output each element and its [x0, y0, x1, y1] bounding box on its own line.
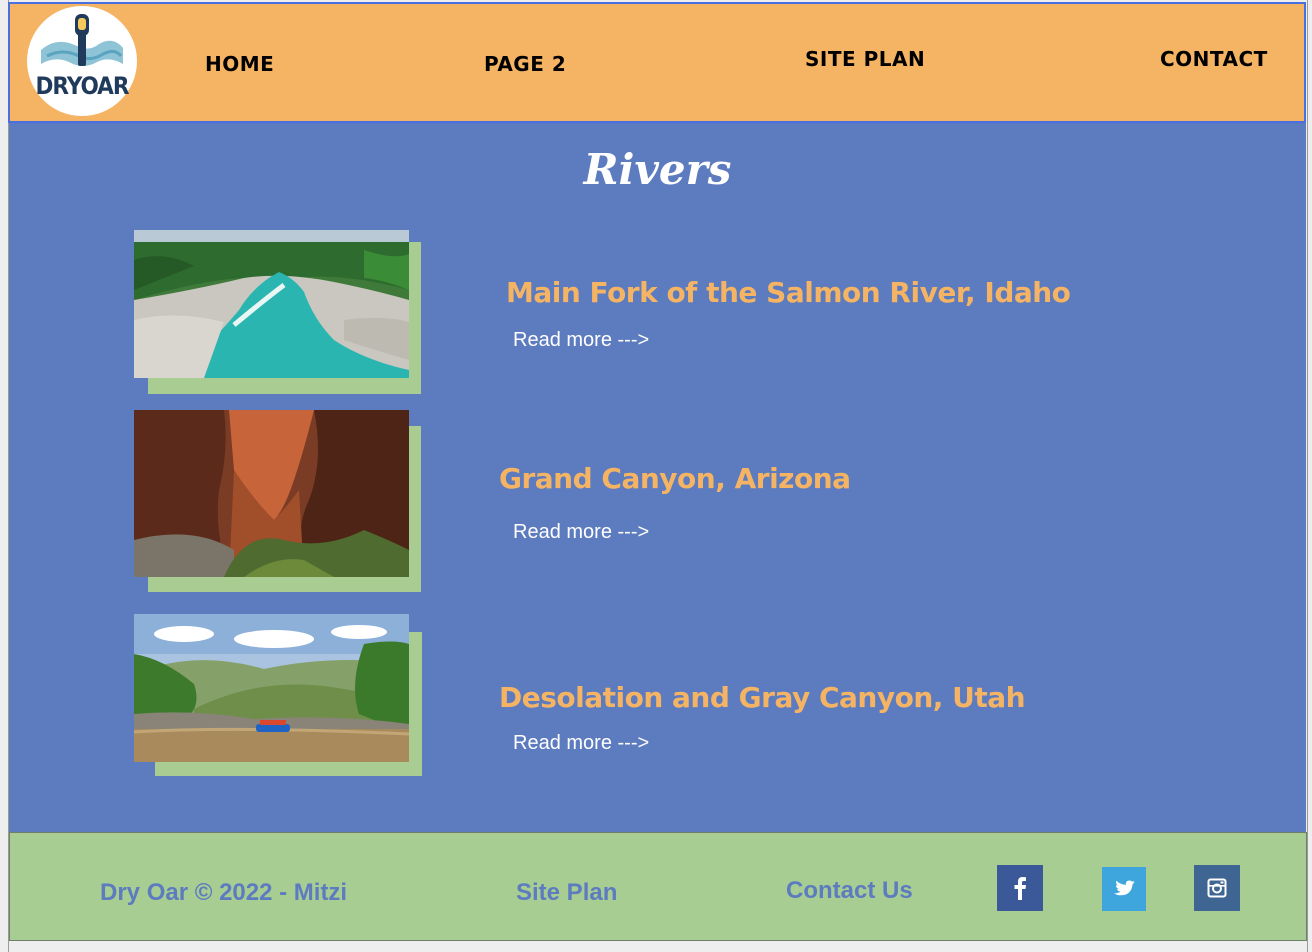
river-image-salmon[interactable]	[134, 230, 421, 394]
read-more-link[interactable]: Read more --->	[513, 521, 649, 544]
site-header: DRYOAR HOME PAGE 2 SITE PLAN CONTACT	[8, 2, 1306, 123]
facebook-button[interactable]	[997, 865, 1043, 911]
site-footer: Dry Oar © 2022 - Mitzi Site Plan Contact…	[9, 832, 1307, 941]
grand-canyon-photo	[134, 410, 409, 577]
footer-site-plan-link[interactable]: Site Plan	[516, 879, 617, 907]
instagram-button[interactable]	[1194, 865, 1240, 911]
river-title[interactable]: Desolation and Gray Canyon, Utah	[499, 681, 1026, 714]
read-more-link[interactable]: Read more --->	[513, 732, 649, 755]
nav-site-plan[interactable]: SITE PLAN	[805, 47, 925, 71]
page-title: Rivers	[583, 145, 732, 194]
twitter-icon	[1114, 880, 1135, 896]
read-more-link[interactable]: Read more --->	[513, 329, 649, 352]
river-image-grand-canyon[interactable]	[134, 410, 421, 592]
river-title[interactable]: Grand Canyon, Arizona	[499, 462, 851, 495]
river-image-desolation[interactable]	[134, 614, 422, 776]
nav-page-2[interactable]: PAGE 2	[484, 52, 566, 76]
facebook-icon	[1014, 877, 1026, 900]
logo[interactable]: DRYOAR	[27, 6, 137, 116]
nav-home[interactable]: HOME	[205, 52, 274, 76]
twitter-button[interactable]	[1102, 867, 1146, 911]
salmon-river-photo	[134, 230, 409, 378]
instagram-icon	[1207, 878, 1227, 898]
copyright-text: Dry Oar © 2022 - Mitzi	[100, 879, 348, 906]
logo-lettering: DRYOAR	[35, 72, 130, 100]
desolation-canyon-photo	[134, 614, 409, 762]
nav-contact[interactable]: CONTACT	[1160, 47, 1268, 71]
svg-text:DRYOAR: DRYOAR	[35, 72, 129, 100]
footer-contact-link[interactable]: Contact Us	[786, 877, 913, 905]
main-content: Rivers Main Fork of the Salmon River, Id…	[9, 123, 1306, 832]
river-title[interactable]: Main Fork of the Salmon River, Idaho	[506, 276, 1071, 309]
dry-oar-logo-icon: DRYOAR	[35, 14, 131, 100]
